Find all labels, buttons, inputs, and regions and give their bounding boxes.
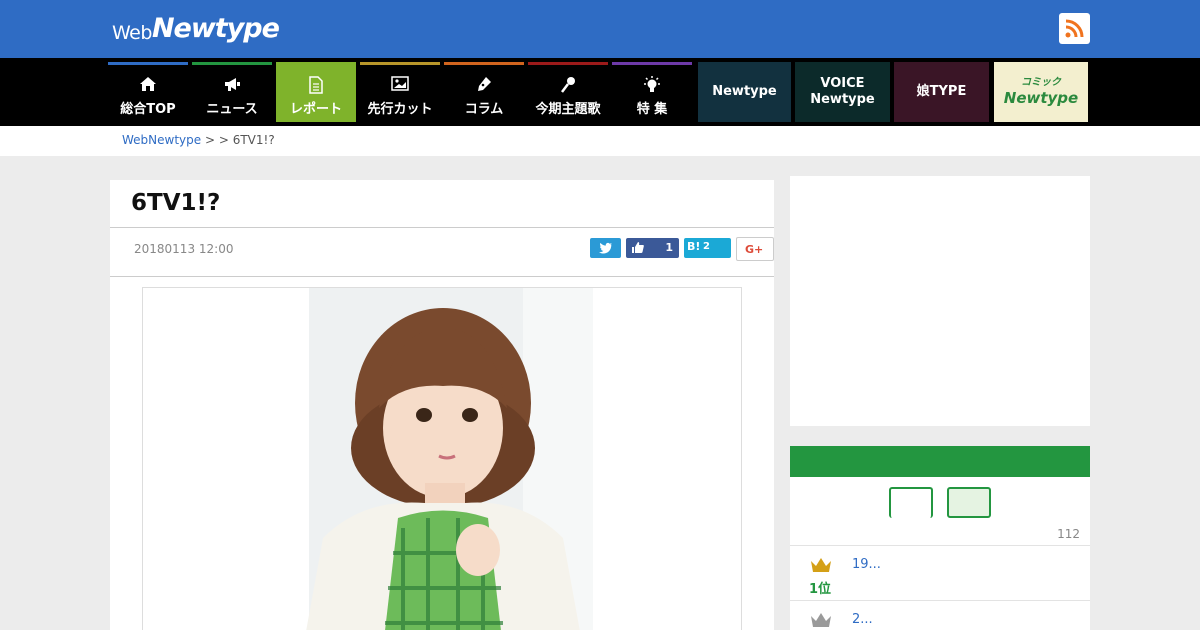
lightbulb-icon [644,76,660,92]
ranking-count: 112 [1057,527,1080,541]
nav-bar [276,62,356,65]
hatena-bookmark-button[interactable]: B! 2 [684,238,731,258]
hatena-label: B! [687,240,701,253]
ad-box [790,176,1090,426]
nav-bar [444,62,524,65]
breadcrumb-current: 6TV1!? [232,133,275,147]
twitter-icon [599,242,612,254]
divider [790,600,1090,601]
nav-item-top[interactable]: 総合TOP [108,62,188,122]
banner-label: VOICE [820,76,865,92]
site-header: WebNewtype [0,0,1200,58]
rss-icon [1065,19,1084,38]
banner-label: コミック [1020,77,1061,88]
nav-bar [528,62,608,65]
thumbs-up-icon [632,242,644,253]
site-logo[interactable]: WebNewtype [112,13,280,44]
pen-icon [478,77,491,91]
breadcrumb-home[interactable]: WebNewtype [122,133,201,147]
logo-web-text: Web [112,22,152,44]
nav-bar [612,62,692,65]
twitter-share-button[interactable] [590,238,621,258]
ranking-tab-1[interactable] [889,487,933,518]
image-icon [391,76,409,91]
gold-crown-icon [811,558,831,572]
divider [790,545,1090,546]
megaphone-icon [225,78,240,91]
gplus-label: G+ [745,243,764,256]
banner-newtype[interactable]: Newtype [698,62,791,122]
document-icon [309,76,323,94]
google-plus-button[interactable]: G+ [736,237,774,261]
banner-label: Newtype [712,84,777,100]
nav-item-news[interactable]: ニュース [192,62,272,122]
article-image [142,287,742,630]
breadcrumb-separator: > [201,133,219,147]
hatena-count: 2 [703,241,710,252]
like-count: 1 [665,241,673,254]
ranking-header [790,446,1090,477]
banner-comic-newtype[interactable]: コミック Newtype [994,62,1088,122]
divider [110,276,774,277]
divider [110,227,774,228]
article-title: 6TV1!? [131,190,221,216]
banner-label: Newtype [810,92,875,107]
banner-voice-newtype[interactable]: VOICE Newtype [795,62,890,122]
ranking-widget: 112 1位 19... 2... [790,446,1090,630]
nav-label: 先行カット [367,102,433,117]
ranking-tab-2[interactable] [947,487,991,518]
nav-label: ニュース [206,102,258,117]
main-nav: 総合TOP ニュース レポート 先行カット コラム 今期主題歌 特 集 Newt… [0,58,1200,126]
ranking-item-link[interactable]: 19... [852,557,881,572]
breadcrumb-bar: WebNewtype > > 6TV1!? [0,126,1200,156]
article-date: 20180113 12:00 [134,242,234,256]
rss-button[interactable] [1059,13,1090,44]
facebook-like-button[interactable]: 1 [626,238,679,258]
nav-label: コラム [464,102,504,117]
ranking-item-link[interactable]: 2... [852,612,873,627]
rank-number: 1位 [809,582,832,597]
banner-label: Newtype [1003,89,1079,107]
article-card: 6TV1!? 20180113 12:00 1 B! 2 G+ [110,180,774,630]
silver-crown-icon [811,613,831,627]
breadcrumb-separator: > [218,133,233,147]
nav-item-column[interactable]: コラム [444,62,524,122]
home-icon [140,77,156,91]
banner-musumetype[interactable]: 娘TYPE [894,62,989,122]
nav-bar [360,62,440,65]
nav-label: 総合TOP [120,102,176,117]
nav-item-themesong[interactable]: 今期主題歌 [528,62,608,122]
breadcrumb: WebNewtype > > 6TV1!? [122,133,275,147]
nav-item-precut[interactable]: 先行カット [360,62,440,122]
nav-bar [192,62,272,65]
nav-bar [108,62,188,65]
nav-label: 特 集 [636,102,668,117]
portrait-photo [143,288,741,630]
nav-item-feature[interactable]: 特 集 [612,62,692,122]
microphone-icon [561,77,575,93]
banner-label: 娘TYPE [916,84,967,100]
nav-item-report[interactable]: レポート [276,62,356,122]
nav-label: 今期主題歌 [535,102,601,117]
logo-newtype-text: Newtype [151,13,280,44]
nav-label: レポート [289,102,342,117]
